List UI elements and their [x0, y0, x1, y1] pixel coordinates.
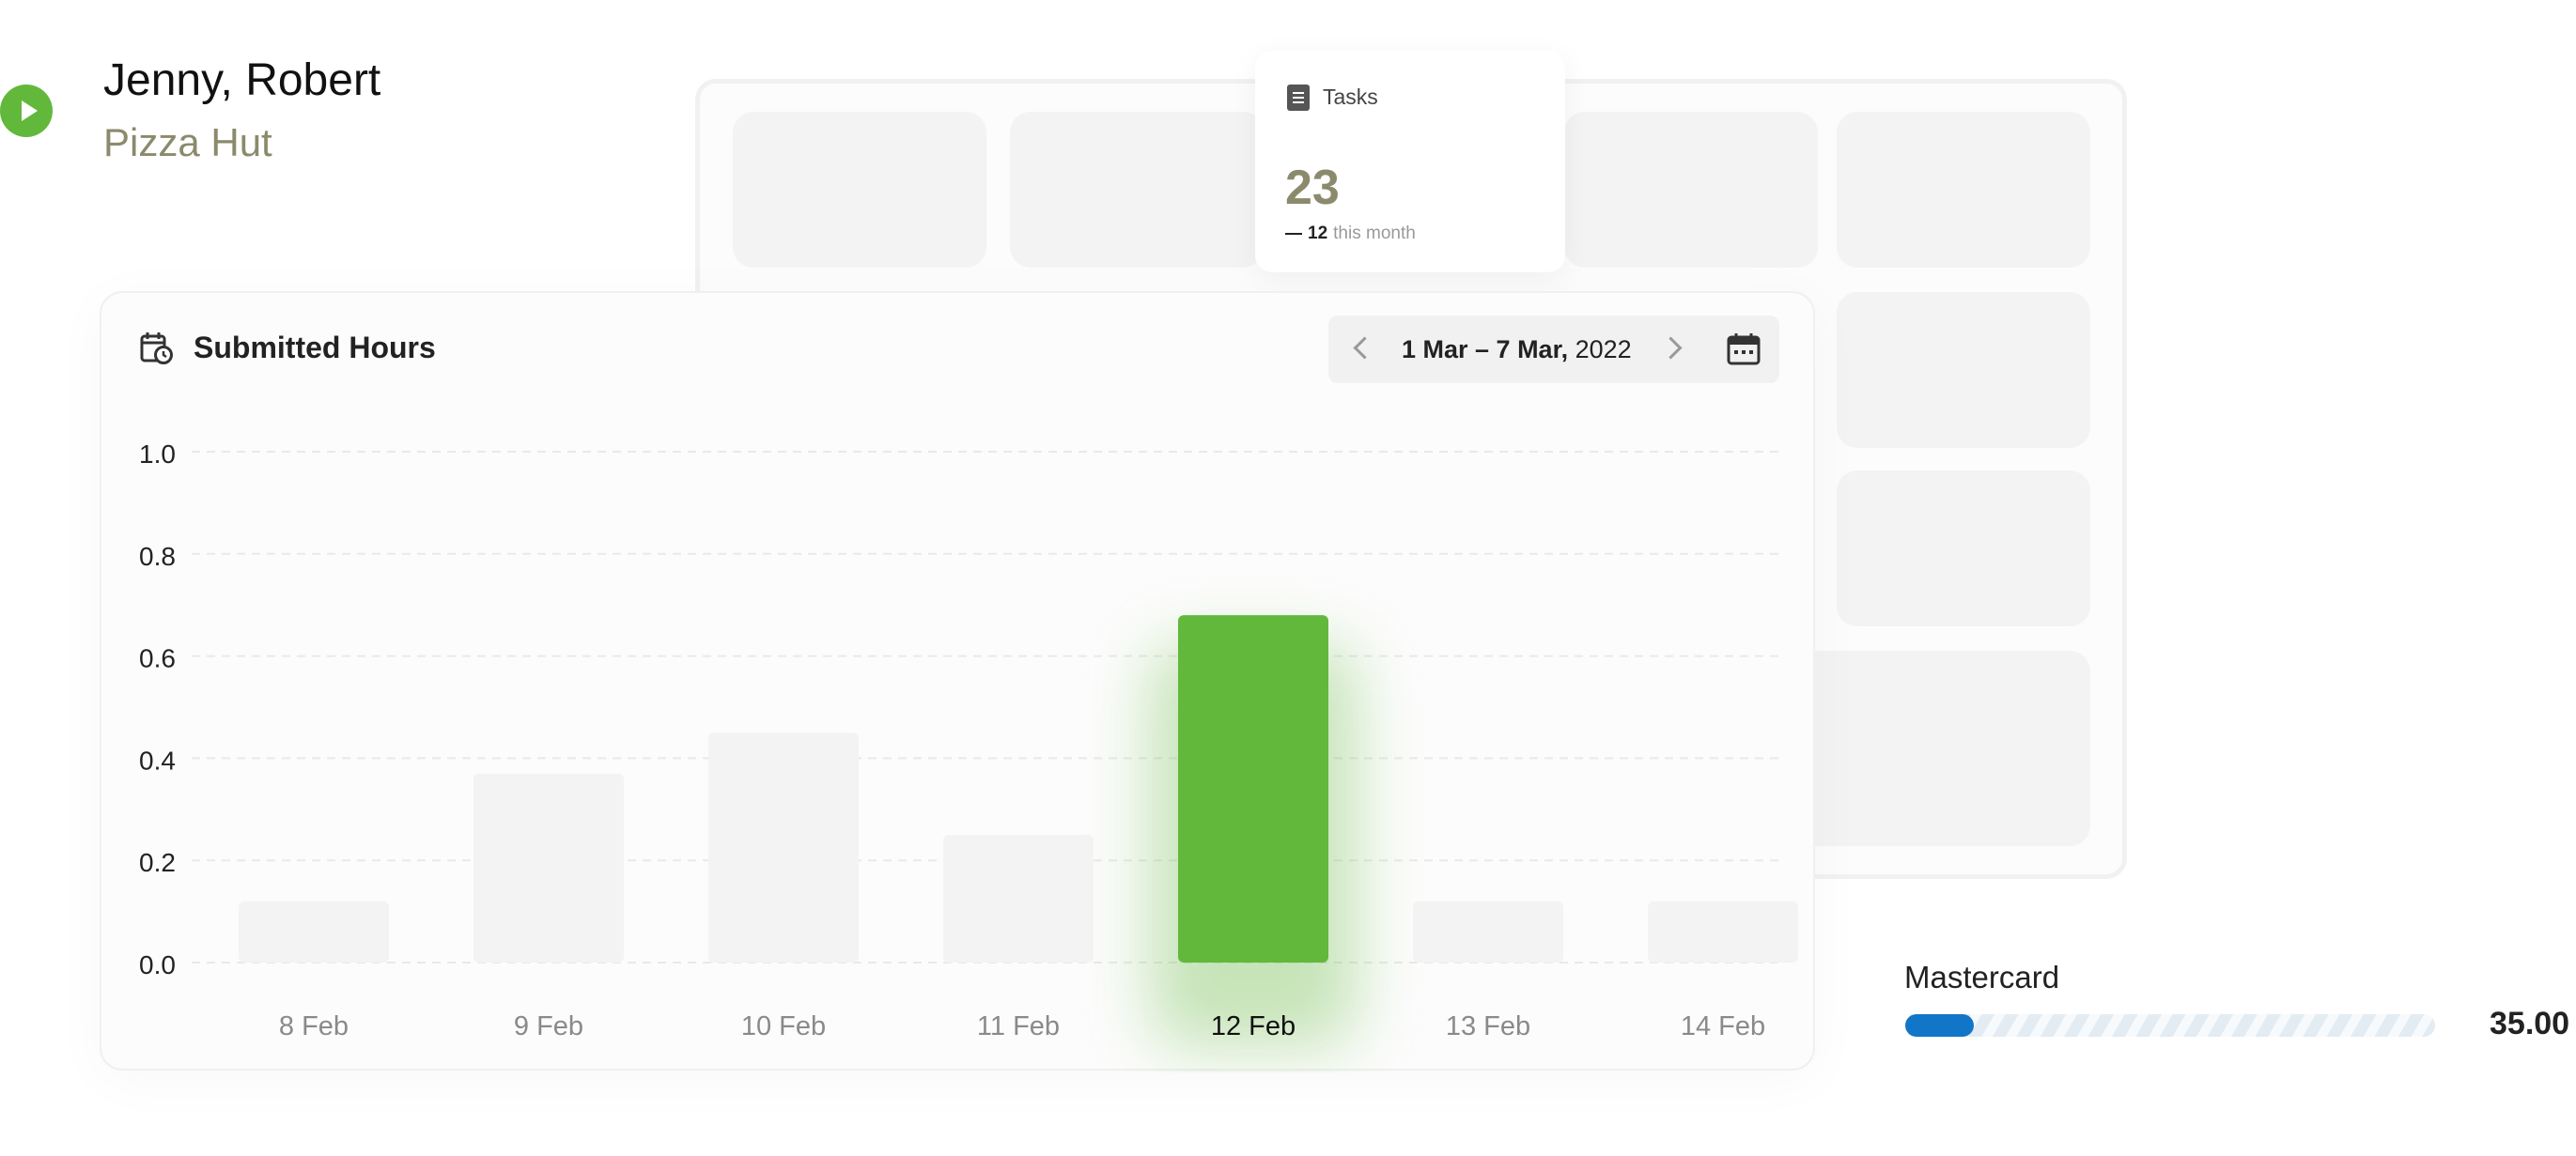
submitted-hours-card: 0.0 0.2 0.4 0.6 0.8 1.0 8 Feb 9 Feb 10 Feb 11 Feb…	[100, 291, 1815, 1071]
bar-11-feb[interactable]	[943, 835, 1094, 963]
x-tick-label: 9 Feb	[514, 1011, 583, 1041]
card-title: Submitted Hours	[194, 331, 436, 364]
placeholder-tile	[1837, 470, 2090, 626]
bar-8-feb[interactable]	[239, 901, 389, 963]
y-tick-label: 0.6	[139, 644, 176, 673]
chevron-right-icon[interactable]	[1659, 336, 1683, 360]
bar-10-feb[interactable]	[708, 732, 859, 963]
y-tick-label: 1.0	[139, 439, 176, 469]
payment-progress-fill	[1905, 1014, 1975, 1037]
date-range-bold: 1 Mar – 7 Mar,	[1402, 335, 1569, 363]
tasks-label: Tasks	[1323, 85, 1378, 109]
bar-12-feb[interactable]	[1178, 615, 1328, 963]
document-icon	[1287, 85, 1310, 111]
tasks-card[interactable]: Tasks 23 12 this month	[1255, 51, 1565, 272]
placeholder-tile	[1837, 112, 2090, 268]
x-tick-label: 10 Feb	[741, 1011, 826, 1041]
x-tick-label: 11 Feb	[977, 1011, 1060, 1041]
payment-amount: 35.00	[2490, 1006, 2570, 1041]
placeholder-tile	[733, 112, 986, 268]
tasks-delta: 12 this month	[1285, 223, 1416, 244]
y-tick-label: 0.2	[139, 848, 176, 877]
y-tick-label: 0.0	[139, 950, 176, 979]
y-tick-label: 0.4	[139, 746, 176, 775]
date-range-year: 2022	[1568, 335, 1632, 363]
placeholder-tile	[1837, 292, 2090, 448]
calendar-clock-icon	[140, 332, 173, 364]
placeholder-tile	[1780, 651, 2090, 846]
bar-9-feb[interactable]	[473, 773, 624, 963]
tasks-delta-value: 12	[1308, 223, 1328, 243]
bar-14-feb[interactable]	[1648, 901, 1798, 963]
company-name: Pizza Hut	[103, 120, 272, 164]
payment-progress-track	[1905, 1014, 2435, 1037]
calendar-icon[interactable]	[1727, 332, 1761, 366]
placeholder-tile	[1010, 112, 1264, 268]
chevron-left-icon[interactable]	[1353, 336, 1376, 360]
x-tick-label: 8 Feb	[279, 1011, 349, 1041]
payment-method-label: Mastercard	[1904, 960, 2060, 994]
hours-bar-chart: 0.0 0.2 0.4 0.6 0.8 1.0 8 Feb 9 Feb 10 Feb 11 Feb…	[139, 439, 1798, 1047]
dash-icon	[1285, 232, 1302, 235]
y-tick-label: 0.8	[139, 542, 176, 571]
tasks-count: 23	[1285, 161, 1340, 215]
date-range-picker[interactable]: 1 Mar – 7 Mar, 2022	[1328, 316, 1779, 383]
bar-13-feb[interactable]	[1413, 901, 1563, 963]
x-tick-label: 13 Feb	[1446, 1011, 1530, 1041]
date-range-label: 1 Mar – 7 Mar, 2022	[1402, 335, 1632, 364]
x-tick-label: 14 Feb	[1681, 1011, 1765, 1041]
placeholder-tile	[1564, 112, 1818, 268]
x-tick-label: 12 Feb	[1211, 1011, 1296, 1041]
tasks-delta-text: this month	[1333, 223, 1416, 243]
play-icon[interactable]	[0, 85, 53, 137]
employee-name: Jenny, Robert	[103, 55, 381, 105]
